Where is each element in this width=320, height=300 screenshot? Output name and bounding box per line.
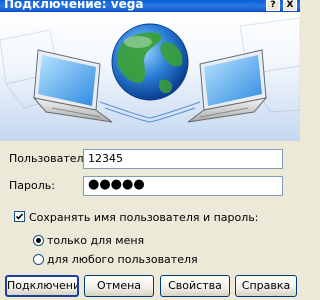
laptop-icon (32, 49, 113, 123)
check-icon (15, 213, 24, 220)
connect-button[interactable]: Подключение (5, 275, 79, 297)
save-credentials-checkbox[interactable] (14, 211, 25, 222)
connection-banner (0, 12, 300, 141)
password-field[interactable]: ●●●●● (83, 176, 283, 196)
save-credentials-label: Сохранять имя пользователя и пароль: (29, 211, 259, 224)
globe-icon (111, 23, 189, 101)
radio-any-user-label: для любого пользователя (47, 253, 198, 266)
username-field[interactable]: 12345 (83, 149, 283, 169)
radio-any-user[interactable] (33, 254, 44, 265)
help-button[interactable]: Справка (235, 275, 297, 297)
radio-only-me[interactable] (33, 235, 44, 246)
title-bar[interactable]: Подключение: vega ? X (0, 0, 300, 12)
password-label: Пароль: (9, 179, 55, 192)
help-icon[interactable]: ? (266, 0, 280, 11)
close-icon[interactable]: X (283, 0, 297, 11)
window-title: Подключение: vega (4, 0, 144, 11)
network-connection-icon (0, 17, 300, 123)
properties-button[interactable]: Свойства (160, 275, 230, 297)
radio-only-me-label: только для меня (47, 234, 145, 247)
cancel-button[interactable]: Отмена (84, 275, 154, 297)
username-label: Пользователь: (9, 152, 94, 165)
